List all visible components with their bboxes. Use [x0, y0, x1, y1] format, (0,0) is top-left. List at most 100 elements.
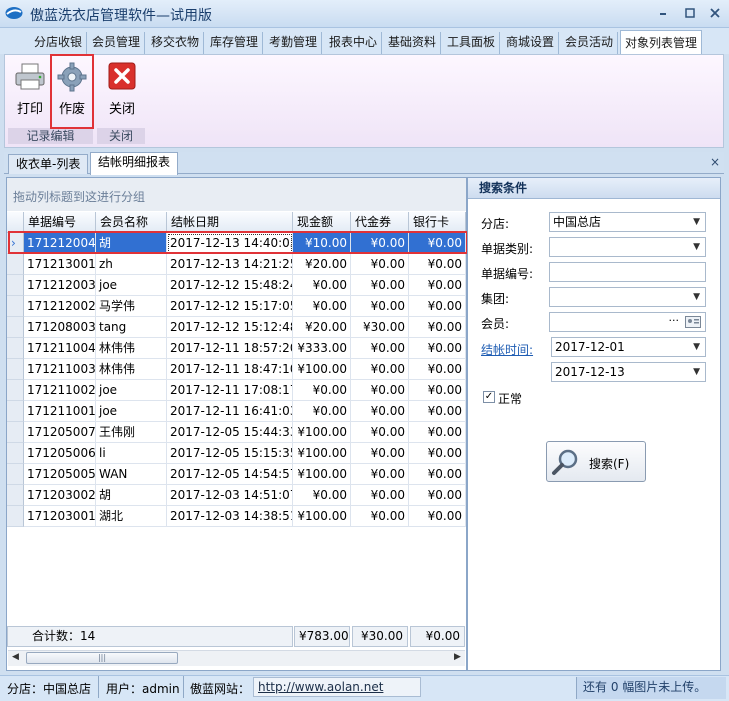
cell-voucher[interactable]: ¥0.00: [351, 359, 409, 380]
scroll-left-icon[interactable]: ◀: [12, 652, 19, 662]
row-indicator[interactable]: [7, 443, 24, 464]
doc-type-select[interactable]: ▼: [549, 237, 706, 257]
cell-bank-card[interactable]: ¥0.00: [409, 506, 466, 527]
cell-doc-number[interactable]: 171203002: [24, 485, 96, 506]
table-row[interactable]: 171212003 joe 2017-12-12 15:48:24 ¥0.00 ¥0.0…: [7, 275, 466, 296]
row-indicator[interactable]: [7, 464, 24, 485]
header-cash[interactable]: 现金额: [293, 212, 351, 233]
table-row[interactable]: 171203001 湖北 2017-12-03 14:38:51 ¥100.00 ¥0.…: [7, 506, 466, 527]
cell-cash[interactable]: ¥100.00: [293, 422, 351, 443]
cell-bank-card[interactable]: ¥0.00: [409, 401, 466, 422]
tab-tool-panel[interactable]: 工具面板: [443, 32, 501, 54]
checkout-time-label[interactable]: 结帐时间:: [481, 341, 533, 358]
scroll-right-icon[interactable]: ▶: [454, 652, 461, 662]
cell-bank-card[interactable]: ¥0.00: [409, 254, 466, 275]
table-row[interactable]: 171211004 林伟伟 2017-12-11 18:57:20 ¥333.00 ¥0…: [7, 338, 466, 359]
cell-cash[interactable]: ¥0.00: [293, 275, 351, 296]
cell-voucher[interactable]: ¥0.00: [351, 380, 409, 401]
tab-member-management[interactable]: 会员管理: [88, 32, 146, 54]
normal-checkbox[interactable]: ✓: [483, 391, 495, 403]
table-row[interactable]: 171211003 林伟伟 2017-12-11 18:47:10 ¥100.00 ¥0…: [7, 359, 466, 380]
row-indicator[interactable]: [7, 380, 24, 401]
cell-checkout-date[interactable]: 2017-12-11 16:41:03: [167, 401, 293, 422]
cell-checkout-date[interactable]: 2017-12-11 17:08:17: [167, 380, 293, 401]
header-doc-number[interactable]: 单据编号: [24, 212, 96, 233]
row-indicator[interactable]: [7, 506, 24, 527]
cell-doc-number[interactable]: 171212003: [24, 275, 96, 296]
row-indicator[interactable]: [7, 275, 24, 296]
cell-member-name[interactable]: tang: [96, 317, 167, 338]
tab-object-list-management[interactable]: 对象列表管理: [620, 30, 703, 55]
cell-doc-number[interactable]: 171211004: [24, 338, 96, 359]
cell-member-name[interactable]: 胡: [96, 485, 167, 506]
cell-member-name[interactable]: 林伟伟: [96, 338, 167, 359]
cell-voucher[interactable]: ¥0.00: [351, 275, 409, 296]
close-window-button[interactable]: [705, 5, 725, 22]
cell-voucher[interactable]: ¥0.00: [351, 506, 409, 527]
cell-member-name[interactable]: 马学伟: [96, 296, 167, 317]
doc-number-input[interactable]: [549, 262, 706, 282]
cell-cash[interactable]: ¥0.00: [293, 380, 351, 401]
cell-checkout-date[interactable]: 2017-12-12 15:48:24: [167, 275, 293, 296]
row-indicator[interactable]: [7, 401, 24, 422]
cell-checkout-date[interactable]: 2017-12-03 14:51:07: [167, 485, 293, 506]
cell-cash[interactable]: ¥0.00: [293, 296, 351, 317]
cell-member-name[interactable]: 林伟伟: [96, 359, 167, 380]
row-indicator[interactable]: [7, 359, 24, 380]
cell-cash[interactable]: ¥333.00: [293, 338, 351, 359]
search-button[interactable]: 搜索(F): [546, 441, 646, 482]
cell-bank-card[interactable]: ¥0.00: [409, 380, 466, 401]
cell-cash[interactable]: ¥20.00: [293, 317, 351, 338]
cell-checkout-date[interactable]: 2017-12-03 14:38:51: [167, 506, 293, 527]
cell-checkout-date[interactable]: 2017-12-13 14:21:25: [167, 254, 293, 275]
cell-doc-number[interactable]: 171203001: [24, 506, 96, 527]
tab-member-activity[interactable]: 会员活动: [561, 32, 619, 54]
doc-tab-checkout-detail-report[interactable]: 结帐明细报表: [90, 152, 179, 175]
row-indicator[interactable]: [7, 485, 24, 506]
cell-doc-number[interactable]: 171205006: [24, 443, 96, 464]
cell-doc-number[interactable]: 171205007: [24, 422, 96, 443]
tab-attendance[interactable]: 考勤管理: [265, 32, 323, 54]
table-row[interactable]: 171205005 WAN 2017-12-05 14:54:57 ¥100.00 ¥0…: [7, 464, 466, 485]
date-to-picker[interactable]: 2017-12-13 ▼: [551, 362, 706, 382]
tab-mall-settings[interactable]: 商城设置: [502, 32, 560, 54]
table-row[interactable]: 171211002 joe 2017-12-11 17:08:17 ¥0.00 ¥0.0…: [7, 380, 466, 401]
cell-member-name[interactable]: 王伟刚: [96, 422, 167, 443]
member-browse-button[interactable]: ···: [669, 312, 680, 330]
cell-bank-card[interactable]: ¥0.00: [409, 296, 466, 317]
header-checkout-date[interactable]: 结帐日期: [167, 212, 293, 233]
cell-doc-number[interactable]: 171211002: [24, 380, 96, 401]
cell-bank-card[interactable]: ¥0.00: [409, 422, 466, 443]
table-row[interactable]: 171205006 li 2017-12-05 15:15:35 ¥100.00 ¥0.…: [7, 443, 466, 464]
header-member-name[interactable]: 会员名称: [96, 212, 167, 233]
row-indicator[interactable]: [7, 338, 24, 359]
member-input[interactable]: ···: [549, 312, 706, 332]
group-by-panel[interactable]: 拖动列标题到这进行分组: [7, 178, 466, 211]
cell-doc-number[interactable]: 171211003: [24, 359, 96, 380]
member-card-icon[interactable]: [685, 316, 701, 328]
table-row[interactable]: 171203002 胡 2017-12-03 14:51:07 ¥0.00 ¥0.00 ¥…: [7, 485, 466, 506]
cell-voucher[interactable]: ¥0.00: [351, 422, 409, 443]
cell-doc-number[interactable]: 171208003: [24, 317, 96, 338]
cell-cash[interactable]: ¥100.00: [293, 443, 351, 464]
cell-cash[interactable]: ¥100.00: [293, 464, 351, 485]
minimize-button[interactable]: [653, 5, 673, 22]
close-doc-tab-icon[interactable]: ×: [710, 155, 720, 169]
tab-report-center[interactable]: 报表中心: [325, 32, 383, 54]
group-select[interactable]: ▼: [549, 287, 706, 307]
cell-cash[interactable]: ¥0.00: [293, 401, 351, 422]
branch-select[interactable]: 中国总店 ▼: [549, 212, 706, 232]
doc-tab-receipt-list[interactable]: 收衣单-列表: [8, 154, 89, 174]
cell-member-name[interactable]: joe: [96, 401, 167, 422]
tab-branch-cashier[interactable]: 分店收银: [30, 32, 88, 54]
cell-checkout-date[interactable]: 2017-12-12 15:12:48: [167, 317, 293, 338]
cell-voucher[interactable]: ¥0.00: [351, 485, 409, 506]
cell-cash[interactable]: ¥100.00: [293, 506, 351, 527]
cell-voucher[interactable]: ¥0.00: [351, 296, 409, 317]
cell-bank-card[interactable]: ¥0.00: [409, 275, 466, 296]
scrollbar-thumb[interactable]: |||: [26, 652, 178, 664]
cell-member-name[interactable]: li: [96, 443, 167, 464]
cell-checkout-date[interactable]: 2017-12-11 18:57:20: [167, 338, 293, 359]
cell-voucher[interactable]: ¥0.00: [351, 254, 409, 275]
date-from-picker[interactable]: 2017-12-01 ▼: [551, 337, 706, 357]
